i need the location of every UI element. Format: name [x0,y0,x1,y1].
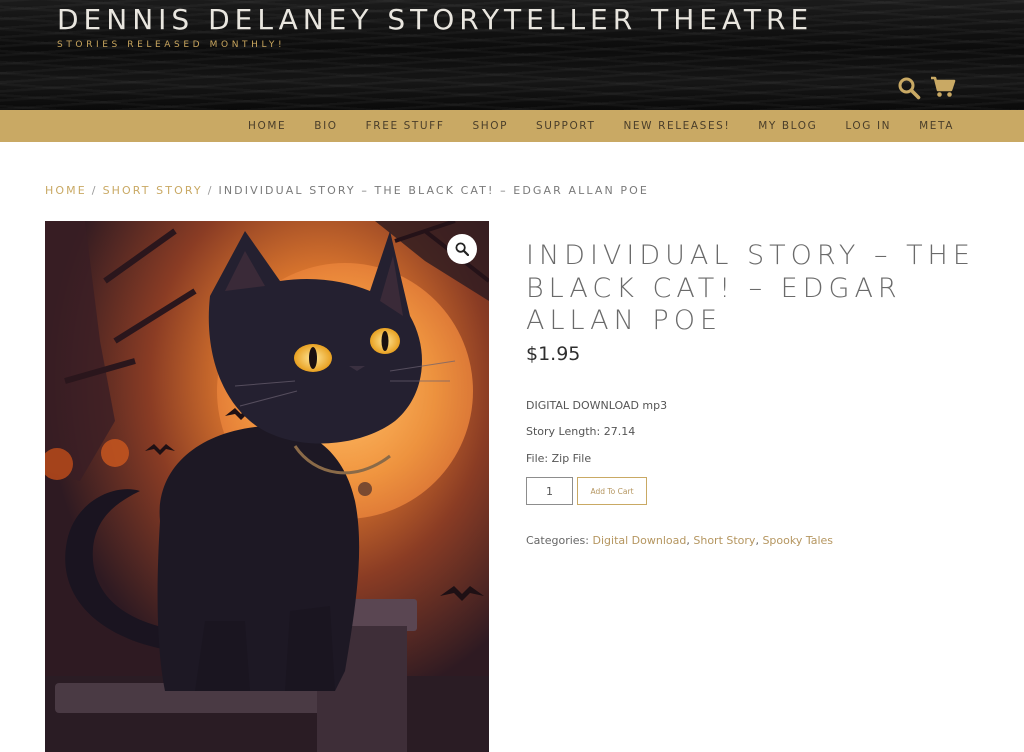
search-icon[interactable] [897,76,921,100]
nav-item-free-stuff[interactable]: FREE STUFF [366,120,445,132]
nav-item-my-blog[interactable]: MY BLOG [758,120,817,132]
nav-item-shop[interactable]: SHOP [472,120,508,132]
breadcrumb: HOME / SHORT STORY / INDIVIDUAL STORY – THE … [45,184,649,197]
cart-icon[interactable] [930,76,956,98]
product-price: $1.95 [526,343,581,365]
add-to-cart-button[interactable]: Add To Cart [577,477,647,505]
category-link-spooky-tales[interactable]: Spooky Tales [762,534,833,547]
category-link-short-story[interactable]: Short Story [693,534,755,547]
breadcrumb-home-link[interactable]: HOME [45,184,87,197]
nav-item-log-in[interactable]: LOG IN [845,120,891,132]
product-description-format: DIGITAL DOWNLOAD mp3 [526,399,668,412]
site-tagline: STORIES RELEASED MONTHLY! [57,40,286,50]
breadcrumb-separator: / [91,184,98,197]
breadcrumb-current: INDIVIDUAL STORY – THE BLACK CAT! – EDGA… [218,184,649,197]
black-cat-illustration [45,221,489,752]
main-nav: HOME BIO FREE STUFF SHOP SUPPORT NEW REL… [0,110,1024,142]
categories-label: Categories: [526,534,589,547]
product-description-length: Story Length: 27.14 [526,425,636,438]
magnifier-zoom-icon[interactable] [447,234,477,264]
quantity-input[interactable] [526,477,573,505]
breadcrumb-category-link[interactable]: SHORT STORY [103,184,203,197]
product-categories: Categories: Digital Download, Short Stor… [526,534,833,547]
site-header: DENNIS DELANEY STORYTELLER THEATRE STORI… [0,0,1024,110]
product-description-file: File: Zip File [526,452,592,465]
product-title: INDIVIDUAL STORY – THE BLACK CAT! – EDGA… [526,240,975,336]
product-image[interactable] [45,221,489,752]
nav-item-support[interactable]: SUPPORT [536,120,595,132]
breadcrumb-separator: / [207,184,214,197]
nav-item-meta[interactable]: META [919,120,954,132]
nav-item-new-releases[interactable]: NEW RELEASES! [623,120,730,132]
site-title[interactable]: DENNIS DELANEY STORYTELLER THEATRE [57,3,813,36]
nav-item-home[interactable]: HOME [248,120,286,132]
category-link-digital-download[interactable]: Digital Download [593,534,687,547]
nav-item-bio[interactable]: BIO [314,120,337,132]
